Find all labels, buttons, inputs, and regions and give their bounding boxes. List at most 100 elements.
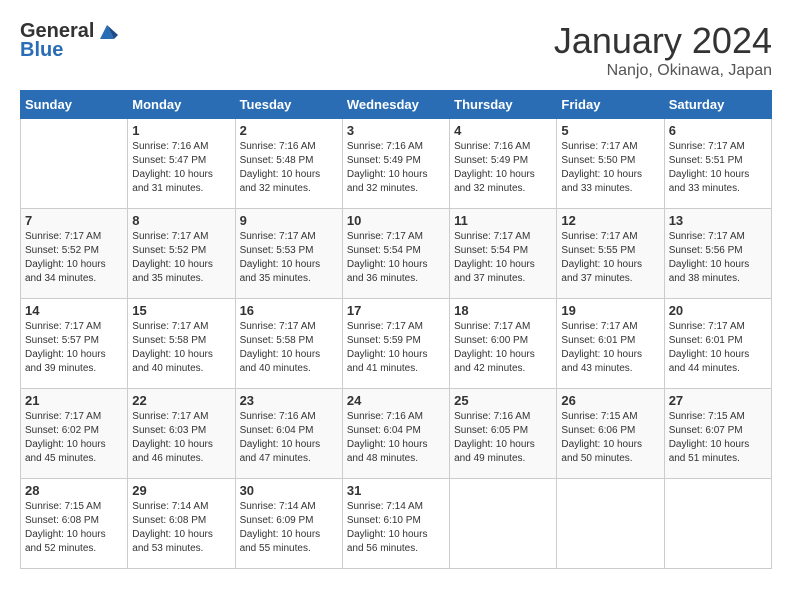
day-info: Sunrise: 7:15 AM Sunset: 6:07 PM Dayligh… xyxy=(669,410,767,466)
calendar-cell: 18 Sunrise: 7:17 AM Sunset: 6:00 PM Dayl… xyxy=(450,299,557,389)
day-info: Sunrise: 7:17 AM Sunset: 5:54 PM Dayligh… xyxy=(454,230,552,286)
daylight-text: Daylight: 10 hours and 41 minutes. xyxy=(347,349,428,374)
weekday-header-friday: Friday xyxy=(557,91,664,119)
daylight-text: Daylight: 10 hours and 49 minutes. xyxy=(454,439,535,464)
sunset-text: Sunset: 5:57 PM xyxy=(25,335,99,346)
day-info: Sunrise: 7:17 AM Sunset: 5:52 PM Dayligh… xyxy=(25,230,123,286)
week-row-4: 21 Sunrise: 7:17 AM Sunset: 6:02 PM Dayl… xyxy=(21,389,772,479)
calendar-cell: 28 Sunrise: 7:15 AM Sunset: 6:08 PM Dayl… xyxy=(21,479,128,569)
daylight-text: Daylight: 10 hours and 47 minutes. xyxy=(240,439,321,464)
sunrise-text: Sunrise: 7:17 AM xyxy=(132,321,208,332)
day-info: Sunrise: 7:16 AM Sunset: 5:49 PM Dayligh… xyxy=(347,140,445,196)
day-number: 9 xyxy=(240,213,338,228)
day-info: Sunrise: 7:17 AM Sunset: 5:59 PM Dayligh… xyxy=(347,320,445,376)
sunset-text: Sunset: 5:48 PM xyxy=(240,155,314,166)
day-info: Sunrise: 7:17 AM Sunset: 5:51 PM Dayligh… xyxy=(669,140,767,196)
day-number: 25 xyxy=(454,393,552,408)
week-row-1: 1 Sunrise: 7:16 AM Sunset: 5:47 PM Dayli… xyxy=(21,119,772,209)
day-number: 1 xyxy=(132,123,230,138)
day-info: Sunrise: 7:17 AM Sunset: 5:58 PM Dayligh… xyxy=(132,320,230,376)
day-number: 29 xyxy=(132,483,230,498)
sunset-text: Sunset: 5:55 PM xyxy=(561,245,635,256)
sunrise-text: Sunrise: 7:16 AM xyxy=(454,141,530,152)
day-number: 16 xyxy=(240,303,338,318)
day-info: Sunrise: 7:17 AM Sunset: 6:03 PM Dayligh… xyxy=(132,410,230,466)
day-number: 5 xyxy=(561,123,659,138)
day-info: Sunrise: 7:15 AM Sunset: 6:06 PM Dayligh… xyxy=(561,410,659,466)
day-info: Sunrise: 7:17 AM Sunset: 6:01 PM Dayligh… xyxy=(669,320,767,376)
daylight-text: Daylight: 10 hours and 32 minutes. xyxy=(240,169,321,194)
daylight-text: Daylight: 10 hours and 53 minutes. xyxy=(132,529,213,554)
sunset-text: Sunset: 6:09 PM xyxy=(240,515,314,526)
sunset-text: Sunset: 5:51 PM xyxy=(669,155,743,166)
sunrise-text: Sunrise: 7:17 AM xyxy=(454,321,530,332)
sunrise-text: Sunrise: 7:15 AM xyxy=(669,411,745,422)
calendar-cell: 13 Sunrise: 7:17 AM Sunset: 5:56 PM Dayl… xyxy=(664,209,771,299)
day-info: Sunrise: 7:16 AM Sunset: 5:49 PM Dayligh… xyxy=(454,140,552,196)
calendar-cell: 7 Sunrise: 7:17 AM Sunset: 5:52 PM Dayli… xyxy=(21,209,128,299)
sunrise-text: Sunrise: 7:17 AM xyxy=(669,231,745,242)
day-number: 15 xyxy=(132,303,230,318)
daylight-text: Daylight: 10 hours and 50 minutes. xyxy=(561,439,642,464)
title-section: January 2024 Nanjo, Okinawa, Japan xyxy=(554,20,772,80)
sunrise-text: Sunrise: 7:17 AM xyxy=(561,231,637,242)
sunset-text: Sunset: 5:58 PM xyxy=(132,335,206,346)
sunrise-text: Sunrise: 7:15 AM xyxy=(561,411,637,422)
day-info: Sunrise: 7:16 AM Sunset: 6:05 PM Dayligh… xyxy=(454,410,552,466)
sunset-text: Sunset: 6:08 PM xyxy=(132,515,206,526)
day-info: Sunrise: 7:17 AM Sunset: 5:58 PM Dayligh… xyxy=(240,320,338,376)
day-number: 27 xyxy=(669,393,767,408)
day-info: Sunrise: 7:17 AM Sunset: 5:55 PM Dayligh… xyxy=(561,230,659,286)
sunset-text: Sunset: 5:54 PM xyxy=(347,245,421,256)
day-number: 7 xyxy=(25,213,123,228)
calendar-cell xyxy=(450,479,557,569)
logo: General Blue xyxy=(20,20,118,62)
day-info: Sunrise: 7:17 AM Sunset: 6:01 PM Dayligh… xyxy=(561,320,659,376)
calendar-cell: 16 Sunrise: 7:17 AM Sunset: 5:58 PM Dayl… xyxy=(235,299,342,389)
daylight-text: Daylight: 10 hours and 35 minutes. xyxy=(240,259,321,284)
weekday-header-sunday: Sunday xyxy=(21,91,128,119)
calendar-cell: 6 Sunrise: 7:17 AM Sunset: 5:51 PM Dayli… xyxy=(664,119,771,209)
day-info: Sunrise: 7:14 AM Sunset: 6:10 PM Dayligh… xyxy=(347,500,445,556)
sunrise-text: Sunrise: 7:17 AM xyxy=(669,141,745,152)
sunset-text: Sunset: 6:06 PM xyxy=(561,425,635,436)
calendar-table: SundayMondayTuesdayWednesdayThursdayFrid… xyxy=(20,90,772,569)
day-number: 21 xyxy=(25,393,123,408)
logo-icon xyxy=(96,21,118,43)
calendar-cell: 24 Sunrise: 7:16 AM Sunset: 6:04 PM Dayl… xyxy=(342,389,449,479)
day-number: 20 xyxy=(669,303,767,318)
sunset-text: Sunset: 5:52 PM xyxy=(25,245,99,256)
day-info: Sunrise: 7:16 AM Sunset: 6:04 PM Dayligh… xyxy=(347,410,445,466)
sunrise-text: Sunrise: 7:15 AM xyxy=(25,501,101,512)
daylight-text: Daylight: 10 hours and 52 minutes. xyxy=(25,529,106,554)
sunrise-text: Sunrise: 7:17 AM xyxy=(347,231,423,242)
calendar-cell: 29 Sunrise: 7:14 AM Sunset: 6:08 PM Dayl… xyxy=(128,479,235,569)
sunset-text: Sunset: 5:49 PM xyxy=(454,155,528,166)
daylight-text: Daylight: 10 hours and 33 minutes. xyxy=(669,169,750,194)
calendar-cell: 10 Sunrise: 7:17 AM Sunset: 5:54 PM Dayl… xyxy=(342,209,449,299)
sunset-text: Sunset: 6:05 PM xyxy=(454,425,528,436)
sunset-text: Sunset: 6:01 PM xyxy=(561,335,635,346)
day-info: Sunrise: 7:17 AM Sunset: 5:52 PM Dayligh… xyxy=(132,230,230,286)
calendar-cell: 1 Sunrise: 7:16 AM Sunset: 5:47 PM Dayli… xyxy=(128,119,235,209)
day-number: 8 xyxy=(132,213,230,228)
location: Nanjo, Okinawa, Japan xyxy=(554,62,772,80)
day-number: 11 xyxy=(454,213,552,228)
calendar-cell: 15 Sunrise: 7:17 AM Sunset: 5:58 PM Dayl… xyxy=(128,299,235,389)
day-number: 14 xyxy=(25,303,123,318)
day-number: 12 xyxy=(561,213,659,228)
daylight-text: Daylight: 10 hours and 32 minutes. xyxy=(454,169,535,194)
calendar-cell: 11 Sunrise: 7:17 AM Sunset: 5:54 PM Dayl… xyxy=(450,209,557,299)
calendar-cell: 5 Sunrise: 7:17 AM Sunset: 5:50 PM Dayli… xyxy=(557,119,664,209)
daylight-text: Daylight: 10 hours and 34 minutes. xyxy=(25,259,106,284)
week-row-3: 14 Sunrise: 7:17 AM Sunset: 5:57 PM Dayl… xyxy=(21,299,772,389)
sunrise-text: Sunrise: 7:14 AM xyxy=(347,501,423,512)
calendar-cell: 17 Sunrise: 7:17 AM Sunset: 5:59 PM Dayl… xyxy=(342,299,449,389)
weekday-header-saturday: Saturday xyxy=(664,91,771,119)
day-number: 19 xyxy=(561,303,659,318)
day-number: 18 xyxy=(454,303,552,318)
daylight-text: Daylight: 10 hours and 40 minutes. xyxy=(132,349,213,374)
sunset-text: Sunset: 6:10 PM xyxy=(347,515,421,526)
weekday-header-monday: Monday xyxy=(128,91,235,119)
sunset-text: Sunset: 5:59 PM xyxy=(347,335,421,346)
